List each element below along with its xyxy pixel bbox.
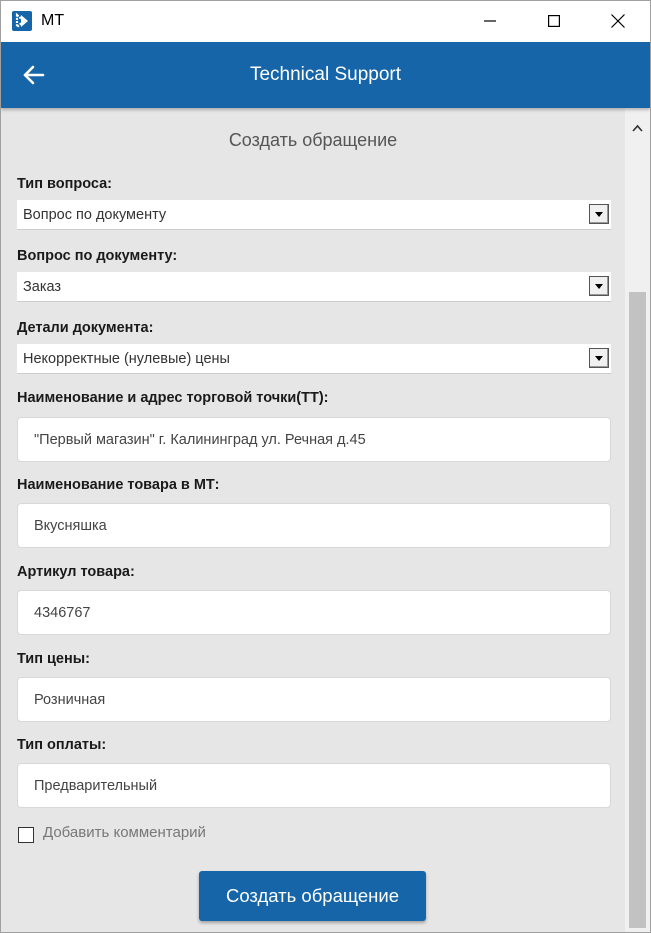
maximize-icon [548, 15, 560, 27]
document-details-label: Детали документа: [17, 320, 154, 336]
minimize-button[interactable] [467, 1, 513, 41]
question-type-label: Тип вопроса: [17, 176, 113, 192]
minimize-icon [484, 20, 496, 22]
vertical-scrollbar[interactable] [625, 108, 650, 932]
product-name-label: Наименование товара в МТ: [17, 477, 220, 493]
sku-input[interactable] [17, 590, 611, 635]
document-details-value: Некорректные (нулевые) цены [23, 351, 230, 367]
form-title: Создать обращение [228, 130, 398, 150]
app-header: Technical Support [1, 42, 650, 108]
payment-type-label: Тип оплаты: [17, 737, 107, 753]
question-type-value: Вопрос по документу [23, 207, 167, 223]
header-title: Technical Support [249, 64, 402, 85]
form-area: Создать обращение Тип вопроса: Вопрос по… [1, 108, 625, 932]
app-logo-icon [12, 11, 32, 31]
dropdown-arrow-icon[interactable] [589, 204, 609, 224]
sku-label: Артикул товара: [17, 564, 135, 580]
price-type-input[interactable] [17, 677, 611, 722]
dropdown-arrow-icon[interactable] [589, 348, 609, 368]
close-icon [611, 14, 625, 28]
question-type-select[interactable]: Вопрос по документу [17, 200, 611, 230]
scroll-thumb[interactable] [629, 292, 646, 928]
store-name-address-input[interactable] [17, 417, 611, 462]
store-name-address-label: Наименование и адрес торговой точки(ТТ): [17, 390, 329, 406]
document-question-value: Заказ [23, 279, 62, 295]
document-details-select[interactable]: Некорректные (нулевые) цены [17, 344, 611, 374]
add-comment-label[interactable]: Добавить комментарий [43, 824, 206, 841]
add-comment-checkbox[interactable] [18, 827, 34, 843]
chevron-up-icon [632, 124, 643, 132]
product-name-input[interactable] [17, 503, 611, 548]
create-ticket-button[interactable]: Создать обращение [199, 871, 426, 921]
payment-type-input[interactable] [17, 763, 611, 808]
window-title: MT [41, 12, 65, 29]
close-button[interactable] [595, 1, 641, 41]
title-bar: MT [1, 1, 650, 41]
app-window: MT Technical Support Создать обращение Т… [0, 0, 651, 933]
document-question-label: Вопрос по документу: [17, 248, 178, 264]
document-question-select[interactable]: Заказ [17, 272, 611, 302]
dropdown-arrow-icon[interactable] [589, 276, 609, 296]
price-type-label: Тип цены: [17, 651, 90, 667]
scroll-up-button[interactable] [625, 120, 650, 136]
maximize-button[interactable] [531, 1, 577, 41]
